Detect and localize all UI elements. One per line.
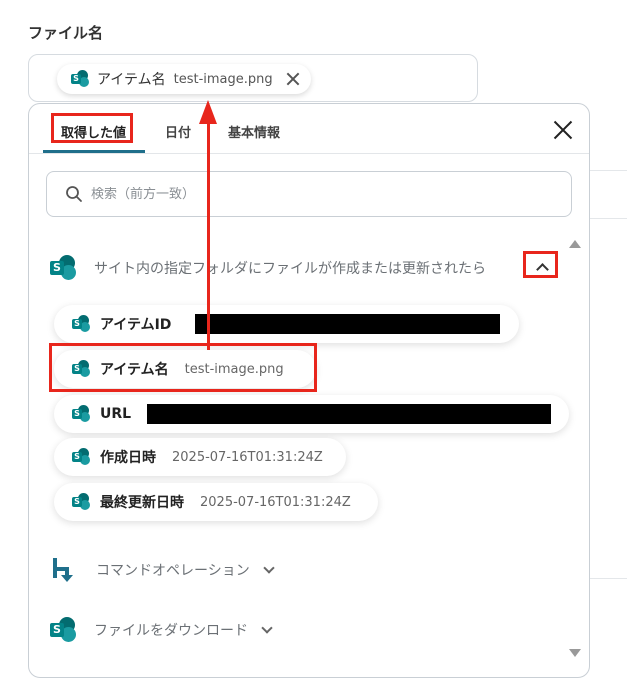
sharepoint-icon: S: [72, 360, 90, 378]
annotation-arrow-head: [199, 100, 217, 124]
sharepoint-icon: S: [50, 617, 76, 643]
sharepoint-icon: S: [72, 448, 90, 466]
file-name-input[interactable]: S アイテム名 test-image.png: [28, 54, 478, 102]
section-header-command-operation[interactable]: コマンドオペレーション: [50, 556, 276, 584]
tab-retrieved-values[interactable]: 取得した値: [61, 122, 126, 141]
item-label: アイテム名: [100, 362, 169, 378]
item-value: 2025-07-16T01:31:24Z: [200, 494, 351, 510]
list-item-updated-at[interactable]: S 最終更新日時 2025-07-16T01:31:24Z: [54, 483, 378, 521]
sharepoint-icon: S: [50, 255, 76, 281]
value-picker-popup: 取得した値 日付 基本情報 S サイト内の指定フォルダにファイルが作成または更新…: [28, 103, 590, 678]
background-divider: [590, 218, 627, 219]
sharepoint-icon: S: [72, 493, 90, 511]
sharepoint-icon: S: [71, 70, 89, 88]
search-icon: [66, 186, 82, 202]
remove-chip-icon[interactable]: [285, 71, 301, 87]
close-icon[interactable]: [553, 120, 573, 140]
item-label: 最終更新日時: [100, 495, 184, 511]
active-tab-indicator: [43, 150, 145, 153]
section-header-download-file[interactable]: S ファイルをダウンロード: [50, 617, 274, 643]
background-divider: [590, 170, 627, 171]
section-title: サイト内の指定フォルダにファイルが作成または更新されたら: [94, 261, 486, 277]
section-title: コマンドオペレーション: [96, 563, 250, 579]
search-box[interactable]: [46, 171, 572, 217]
list-item-item-id[interactable]: S アイテムID: [54, 305, 519, 343]
redacted-value: [147, 404, 551, 424]
section-title: ファイルをダウンロード: [94, 623, 248, 639]
list-item-url[interactable]: S URL: [54, 395, 569, 433]
list-item-created-at[interactable]: S 作成日時 2025-07-16T01:31:24Z: [54, 438, 346, 476]
scroll-down-arrow-icon[interactable]: [569, 649, 581, 657]
tab-bar: 取得した値 日付 基本情報: [29, 104, 589, 154]
command-operation-icon: [53, 558, 73, 582]
redacted-value: [195, 314, 501, 334]
item-value: test-image.png: [184, 361, 284, 377]
chevron-down-icon[interactable]: [260, 623, 274, 637]
sharepoint-icon: S: [72, 315, 90, 333]
selected-value-chip[interactable]: S アイテム名 test-image.png: [57, 64, 311, 94]
annotation-arrow-line: [207, 120, 210, 350]
chevron-down-icon[interactable]: [262, 563, 276, 577]
tab-basic-info[interactable]: 基本情報: [228, 122, 280, 141]
chip-label: アイテム名: [97, 72, 166, 88]
background-divider: [590, 578, 627, 579]
list-item-item-name[interactable]: S アイテム名 test-image.png: [54, 350, 316, 388]
sharepoint-icon: S: [72, 405, 90, 423]
item-label: 作成日時: [100, 450, 156, 466]
field-label: ファイル名: [28, 24, 104, 42]
chevron-up-icon[interactable]: [529, 257, 555, 277]
item-label: アイテムID: [100, 317, 172, 333]
item-value: 2025-07-16T01:31:24Z: [172, 449, 323, 465]
item-label: URL: [100, 406, 132, 422]
search-input[interactable]: [91, 186, 491, 202]
scroll-up-arrow-icon[interactable]: [569, 240, 581, 248]
chip-value: test-image.png: [173, 71, 273, 87]
section-header-trigger[interactable]: S サイト内の指定フォルダにファイルが作成または更新されたら: [50, 255, 486, 281]
tab-date[interactable]: 日付: [165, 122, 191, 141]
